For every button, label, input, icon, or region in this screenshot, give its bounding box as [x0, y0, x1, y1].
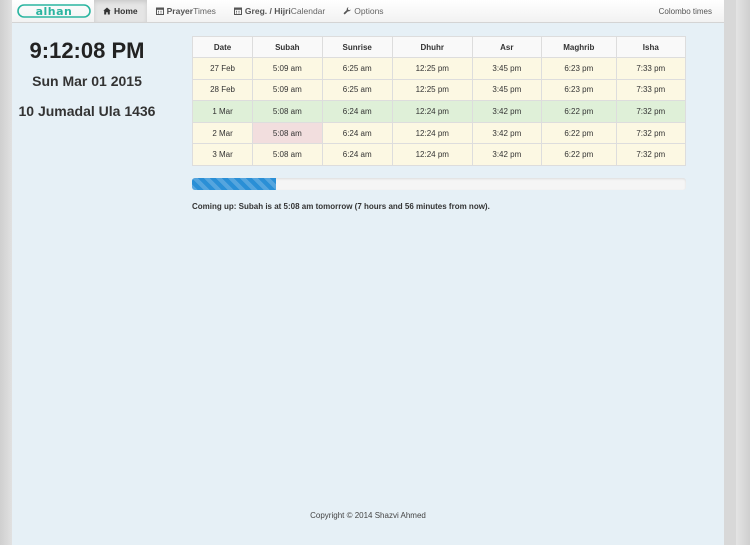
row-date-cell: 28 Feb: [191, 78, 254, 102]
svg-text:alhan: alhan: [36, 5, 73, 18]
prayer-time-cell: 5:08 am: [252, 121, 323, 145]
prayer-time-cell: 5:09 am: [252, 57, 323, 80]
table-row: 28 Feb 5:09 am 6:25 am 12:25 pm 3:45 pm 6:23 …: [191, 78, 687, 102]
nav-menu: Home Prayer Times Greg. / Hijri Calendar Op…: [94, 0, 393, 22]
prayer-time-cell: 7:33 pm: [615, 57, 687, 80]
table-row: 2 Mar 5:08 am 6:24 am 12:24 pm 3:42 pm 6:22 p…: [191, 121, 687, 145]
prayer-time-cell: 6:24 am: [321, 121, 393, 145]
location-label[interactable]: Colombo times: [659, 0, 724, 22]
footer-copyright: Copyright © 2014 Shazvi Ahmed: [310, 511, 426, 520]
nav-item-label-bold: Greg. / Hijri: [244, 6, 291, 16]
column-header-maghrib: Maghrib: [541, 36, 617, 58]
calendar-icon: [233, 7, 242, 15]
column-header-subah: Subah: [252, 36, 323, 58]
table-row: 1 Mar 5:08 am 6:24 am 12:24 pm 3:42 pm 6:22 p…: [191, 100, 687, 123]
prayer-time-cell: 12:25 pm: [391, 57, 473, 80]
prayer-time-cell: 7:32 pm: [615, 143, 687, 166]
prayer-times-table: Date Subah Sunrise Dhuhr Asr Maghrib Isha 27 F…: [191, 36, 687, 166]
prayer-time-cell: 5:08 am: [252, 143, 323, 166]
current-time: 9:12:08 PM: [29, 38, 145, 63]
coming-up-text: Coming up: Subah is at 5:08 am tomorrow …: [192, 202, 490, 211]
nav-item-label-bold: Prayer: [166, 6, 194, 16]
prayer-time-cell: 6:23 pm: [541, 78, 617, 102]
prayer-time-cell: 6:25 am: [321, 57, 393, 80]
row-date-cell: 1 Mar: [191, 100, 254, 123]
prayer-time-cell: 5:08 am: [252, 100, 323, 123]
nav-item-options[interactable]: Options: [334, 0, 392, 22]
prayer-time-cell: 6:25 am: [321, 78, 393, 102]
navbar: alhan Home Prayer Times Greg. / Hijri Cale…: [12, 0, 724, 23]
table-body: 27 Feb 5:09 am 6:25 am 12:25 pm 3:45 pm 6:23 …: [191, 57, 687, 166]
prayer-time-cell: 7:32 pm: [615, 100, 687, 123]
prayer-time-cell: 6:24 am: [321, 100, 393, 123]
page-container: alhan Home Prayer Times Greg. / Hijri Cale…: [12, 0, 724, 545]
prayer-time-cell: 6:22 pm: [541, 100, 617, 123]
prayer-time-cell: 6:24 am: [321, 143, 393, 166]
column-header-isha: Isha: [615, 36, 687, 58]
home-icon: [103, 7, 111, 15]
prayer-time-cell: 6:23 pm: [541, 57, 617, 80]
prayer-time-cell: 7:33 pm: [615, 78, 687, 102]
hijri-date: 10 Jumadal Ula 1436: [18, 103, 156, 119]
brand-logo[interactable]: alhan: [12, 0, 94, 22]
column-header-date: Date: [191, 36, 254, 58]
row-date-cell: 2 Mar: [191, 121, 254, 145]
prayer-time-cell: 12:25 pm: [391, 78, 473, 102]
prayer-time-cell: 12:24 pm: [391, 100, 473, 123]
prayer-time-cell: 7:32 pm: [615, 121, 687, 145]
prayer-time-cell: 3:45 pm: [471, 78, 543, 102]
wrench-icon: [343, 7, 351, 15]
column-header-dhuhr: Dhuhr: [391, 36, 473, 58]
nav-item-label: Home: [114, 6, 138, 16]
gregorian-date: Sun Mar 01 2015: [32, 73, 142, 89]
prayer-time-cell: 3:42 pm: [471, 143, 543, 166]
time-progress-bar: [192, 178, 686, 190]
table-row: 3 Mar 5:08 am 6:24 am 12:24 pm 3:42 pm 6:22 p…: [191, 143, 687, 166]
prayer-time-cell: 5:09 am: [252, 78, 323, 102]
nav-item-times[interactable]: Prayer Times: [147, 0, 225, 22]
calendar-icon: [155, 7, 164, 15]
row-date-cell: 27 Feb: [191, 57, 254, 80]
table-header-row: Date Subah Sunrise Dhuhr Asr Maghrib Isha: [191, 36, 687, 58]
prayer-time-cell: 6:22 pm: [541, 143, 617, 166]
prayer-time-cell: 3:42 pm: [471, 121, 543, 145]
prayer-time-cell: 3:45 pm: [471, 57, 543, 80]
column-header-asr: Asr: [471, 36, 543, 58]
table-row: 27 Feb 5:09 am 6:25 am 12:25 pm 3:45 pm 6:23 …: [191, 57, 687, 80]
prayer-time-cell: 12:24 pm: [391, 121, 473, 145]
progress-fill: [192, 178, 276, 190]
nav-item-label: Calendar: [290, 6, 326, 16]
brand-logo-mark: alhan: [17, 4, 91, 18]
prayer-time-cell: 12:24 pm: [391, 143, 473, 166]
prayer-time-cell: 6:22 pm: [541, 121, 617, 145]
nav-item-label: Times: [193, 6, 216, 16]
nav-item-home[interactable]: Home: [94, 0, 147, 22]
column-header-sunrise: Sunrise: [321, 36, 393, 58]
prayer-time-cell: 3:42 pm: [471, 100, 543, 123]
row-date-cell: 3 Mar: [191, 143, 254, 166]
nav-item-label: Options: [354, 6, 384, 16]
page-shadow-right: [736, 0, 750, 545]
nav-item-calendar[interactable]: Greg. / Hijri Calendar: [225, 0, 334, 22]
